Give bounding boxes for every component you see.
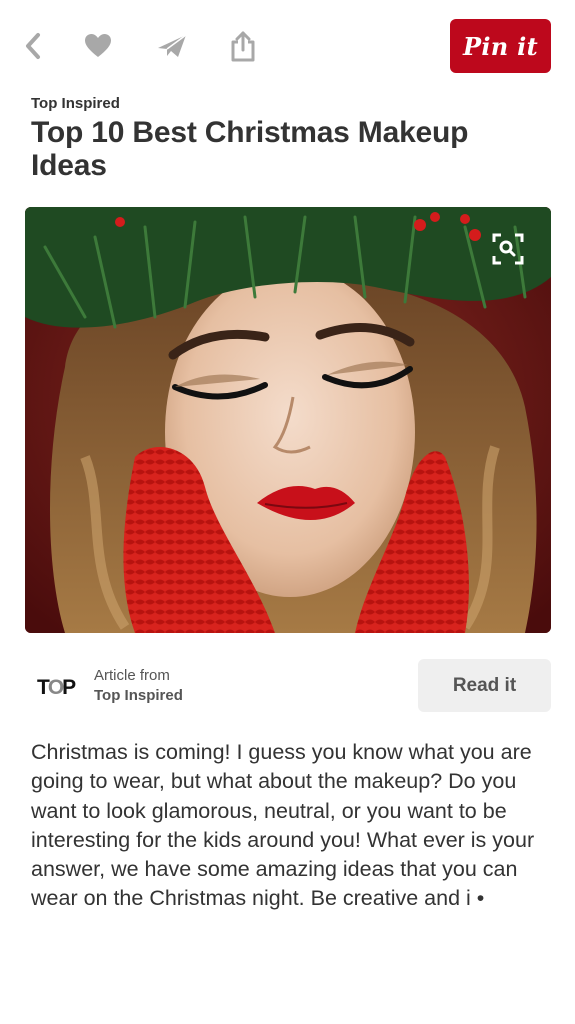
chevron-left-icon xyxy=(26,33,40,59)
visual-search-button[interactable] xyxy=(491,232,525,266)
heart-icon xyxy=(85,34,111,57)
logo-letter-p: P xyxy=(62,676,76,699)
paper-plane-icon xyxy=(158,34,187,57)
top-toolbar: Pin it xyxy=(0,0,575,92)
pin-it-button[interactable]: Pin it xyxy=(450,19,551,73)
read-it-button[interactable]: Read it xyxy=(418,659,551,712)
logo-letter-o: O xyxy=(47,676,64,699)
source-logo[interactable]: TOP xyxy=(37,676,79,700)
pin-description: Christmas is coming! I guess you know wh… xyxy=(31,740,535,911)
back-button[interactable] xyxy=(15,28,51,64)
logo-letter-t: T xyxy=(37,676,50,699)
pin-title: Top 10 Best Christmas Makeup Ideas xyxy=(31,116,469,182)
makeup-photo xyxy=(25,207,551,633)
article-from-label: Article from xyxy=(94,667,170,684)
share-icon xyxy=(231,31,255,62)
visual-search-icon xyxy=(492,233,524,265)
send-button[interactable] xyxy=(154,28,190,64)
pin-image[interactable] xyxy=(25,207,551,633)
pin-source-label[interactable]: Top Inspired xyxy=(31,95,120,112)
article-source-name[interactable]: Top Inspired xyxy=(94,687,183,704)
share-button[interactable] xyxy=(225,28,261,64)
like-button[interactable] xyxy=(80,28,116,64)
